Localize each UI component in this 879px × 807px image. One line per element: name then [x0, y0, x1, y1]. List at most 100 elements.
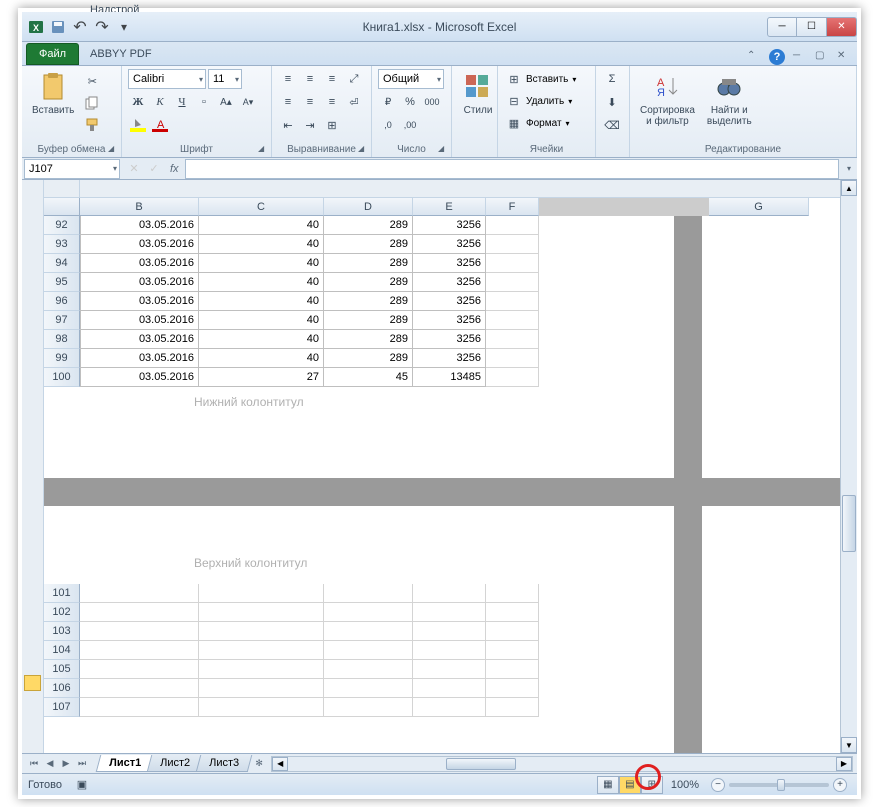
- orientation-icon[interactable]: ⤢: [344, 69, 364, 89]
- name-box[interactable]: J107: [24, 159, 120, 179]
- indent-inc-icon[interactable]: ⇥: [300, 115, 320, 135]
- new-sheet-icon[interactable]: ✻: [251, 756, 267, 772]
- font-color-icon[interactable]: A: [150, 115, 170, 135]
- macro-record-icon[interactable]: ▣: [72, 775, 92, 795]
- cell[interactable]: [486, 216, 539, 235]
- cell[interactable]: [199, 622, 324, 641]
- cell[interactable]: [413, 622, 486, 641]
- fill-color-icon[interactable]: [128, 115, 148, 135]
- tab-nav-last-icon[interactable]: ⏭: [74, 756, 90, 772]
- cell[interactable]: [413, 679, 486, 698]
- zoom-slider[interactable]: [729, 783, 829, 787]
- sheet-tab[interactable]: Лист3: [196, 755, 253, 772]
- cell[interactable]: [413, 603, 486, 622]
- row-header[interactable]: 95: [44, 273, 80, 292]
- vertical-scrollbar[interactable]: ▲ ▼: [840, 180, 857, 753]
- cell[interactable]: 289: [324, 292, 413, 311]
- scroll-up-icon[interactable]: ▲: [841, 180, 857, 196]
- cell[interactable]: 3256: [413, 311, 486, 330]
- cell[interactable]: [199, 641, 324, 660]
- align-top-icon[interactable]: ≡: [278, 69, 298, 89]
- select-all-corner[interactable]: [44, 198, 80, 216]
- cell[interactable]: [486, 235, 539, 254]
- fx-expand-icon[interactable]: ▾: [841, 164, 857, 173]
- column-header[interactable]: F: [486, 198, 539, 216]
- cell[interactable]: [80, 660, 199, 679]
- cell[interactable]: 40: [199, 216, 324, 235]
- cell[interactable]: 40: [199, 311, 324, 330]
- merge-icon[interactable]: ⊞: [322, 115, 342, 135]
- align-mid-icon[interactable]: ≡: [300, 69, 320, 89]
- zoom-level[interactable]: 100%: [671, 779, 699, 791]
- clear-icon[interactable]: ⌫: [602, 115, 622, 135]
- cell[interactable]: 03.05.2016: [80, 216, 199, 235]
- column-header[interactable]: D: [324, 198, 413, 216]
- cell[interactable]: [486, 679, 539, 698]
- cell[interactable]: [486, 311, 539, 330]
- cell[interactable]: 3256: [413, 292, 486, 311]
- percent-icon[interactable]: %: [400, 92, 420, 112]
- cell[interactable]: [324, 698, 413, 717]
- doc-close-icon[interactable]: ✕: [837, 50, 851, 64]
- indent-dec-icon[interactable]: ⇤: [278, 115, 298, 135]
- italic-button[interactable]: К: [150, 92, 170, 112]
- cell[interactable]: 03.05.2016: [80, 330, 199, 349]
- normal-view-button[interactable]: ▦: [597, 776, 619, 794]
- cell[interactable]: [413, 660, 486, 679]
- cell[interactable]: [486, 368, 539, 387]
- cell[interactable]: 40: [199, 349, 324, 368]
- find-select-button[interactable]: Найти и выделить: [703, 69, 756, 129]
- cell[interactable]: 3256: [413, 330, 486, 349]
- maximize-button[interactable]: ☐: [797, 17, 827, 37]
- cell[interactable]: [486, 641, 539, 660]
- ribbon-minimize-icon[interactable]: ⌃: [747, 50, 761, 64]
- close-button[interactable]: ✕: [827, 17, 857, 37]
- scroll-thumb[interactable]: [446, 758, 516, 770]
- cell[interactable]: [199, 603, 324, 622]
- cell[interactable]: [199, 660, 324, 679]
- insert-cells-button[interactable]: ⊞Вставить▾: [504, 69, 576, 89]
- doc-min-icon[interactable]: ─: [793, 50, 807, 64]
- cell[interactable]: 3256: [413, 216, 486, 235]
- doc-restore-icon[interactable]: ▢: [815, 50, 829, 64]
- paste-button[interactable]: Вставить: [28, 69, 78, 118]
- fill-icon[interactable]: ⬇: [602, 92, 622, 112]
- row-header[interactable]: 94: [44, 254, 80, 273]
- column-header[interactable]: C: [199, 198, 324, 216]
- delete-cells-button[interactable]: ⊟Удалить▾: [504, 91, 572, 111]
- cell[interactable]: [486, 349, 539, 368]
- cell[interactable]: 40: [199, 273, 324, 292]
- currency-icon[interactable]: ₽: [378, 92, 398, 112]
- cell[interactable]: [324, 641, 413, 660]
- cell[interactable]: 289: [324, 311, 413, 330]
- cell[interactable]: 40: [199, 292, 324, 311]
- cell[interactable]: [486, 330, 539, 349]
- column-header[interactable]: B: [80, 198, 199, 216]
- cell[interactable]: [80, 622, 199, 641]
- cell[interactable]: 40: [199, 254, 324, 273]
- formula-input[interactable]: [185, 159, 839, 179]
- comma-icon[interactable]: 000: [422, 92, 442, 112]
- qat-more-icon[interactable]: ▾: [116, 19, 132, 35]
- cell[interactable]: [486, 603, 539, 622]
- copy-icon[interactable]: [82, 93, 102, 113]
- scroll-thumb[interactable]: [842, 495, 856, 552]
- cell[interactable]: 3256: [413, 235, 486, 254]
- underline-button[interactable]: Ч: [172, 92, 192, 112]
- row-header[interactable]: 102: [44, 603, 80, 622]
- number-format-combo[interactable]: Общий: [378, 69, 444, 89]
- help-icon[interactable]: ?: [769, 49, 785, 65]
- align-left-icon[interactable]: ≡: [278, 92, 298, 112]
- row-header[interactable]: 92: [44, 216, 80, 235]
- cell[interactable]: 45: [324, 368, 413, 387]
- cell[interactable]: 03.05.2016: [80, 273, 199, 292]
- scroll-down-icon[interactable]: ▼: [841, 737, 857, 753]
- autosum-icon[interactable]: Σ: [602, 69, 622, 89]
- row-header[interactable]: 105: [44, 660, 80, 679]
- footer-placeholder[interactable]: Нижний колонтитул: [174, 387, 539, 409]
- save-icon[interactable]: [50, 19, 66, 35]
- cell[interactable]: [486, 254, 539, 273]
- cell[interactable]: [80, 641, 199, 660]
- cell[interactable]: 289: [324, 349, 413, 368]
- ribbon-tab-abbyy pdf[interactable]: ABBYY PDF: [81, 43, 161, 65]
